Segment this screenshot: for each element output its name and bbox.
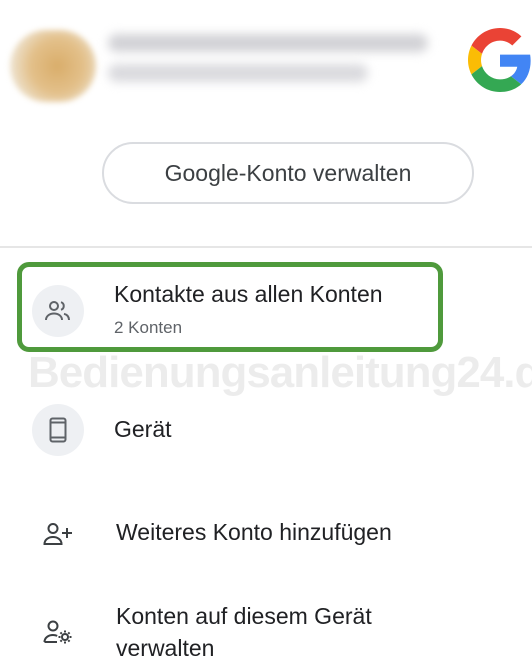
device-title: Gerät — [114, 416, 172, 442]
add-account-label: Weiteres Konto hinzufügen — [116, 519, 392, 545]
phone-icon — [32, 404, 84, 456]
highlight-frame — [17, 262, 443, 352]
add-person-icon — [38, 514, 78, 554]
manage-accounts-icon — [38, 612, 78, 652]
manage-google-account-label: Google-Konto verwalten — [164, 159, 412, 186]
manage-google-account-button[interactable]: Google-Konto verwalten — [102, 142, 474, 204]
divider — [0, 246, 532, 248]
google-logo-icon — [468, 28, 531, 92]
account-header[interactable] — [0, 0, 532, 108]
avatar[interactable] — [10, 30, 96, 102]
blurred-account-name — [108, 34, 428, 52]
blurred-account-info — [108, 34, 448, 86]
watermark-text: Bedienungsanleitung24.de — [28, 348, 532, 397]
blurred-account-email — [108, 64, 368, 82]
manage-device-accounts-label: Konten auf diesem Gerät verwalten — [116, 603, 372, 661]
